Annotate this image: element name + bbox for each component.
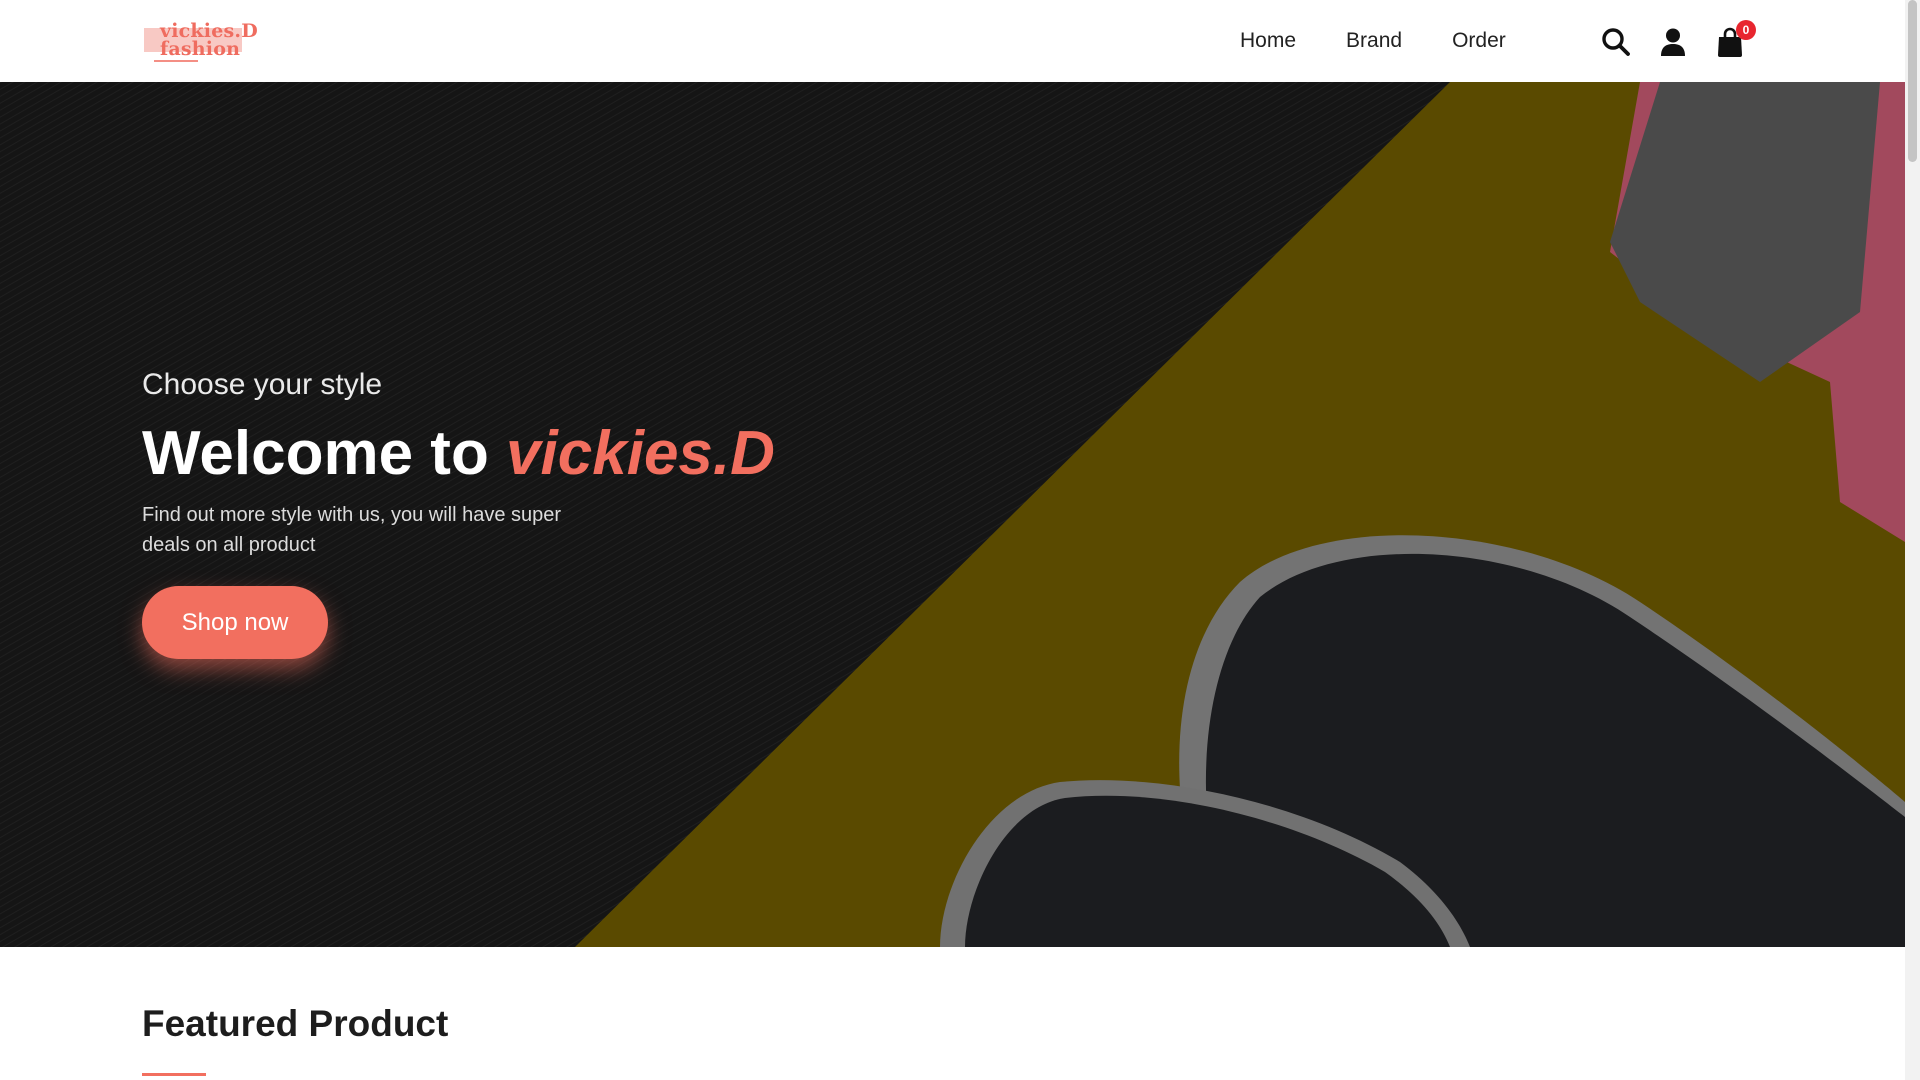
logo-text-line2: fashion [160, 38, 241, 60]
logo-text: vickies.D fashion [160, 22, 258, 60]
hero-title-prefix: Welcome to [142, 419, 489, 488]
search-icon[interactable] [1600, 26, 1632, 58]
featured-heading-underline [142, 1073, 206, 1076]
top-navbar: vickies.D fashion Home Brand Order 0 [0, 0, 1905, 82]
logo[interactable]: vickies.D fashion [142, 20, 260, 64]
shop-now-button[interactable]: Shop now [142, 586, 328, 659]
shopping-bag-icon[interactable]: 0 [1714, 20, 1756, 58]
page-scrollbar[interactable] [1905, 0, 1920, 1080]
nav-brand-link[interactable]: Brand [1346, 29, 1402, 53]
header-icons: 0 [1600, 20, 1771, 62]
featured-product-heading: Featured Product [142, 1003, 449, 1044]
scrollbar-thumb[interactable] [1908, 0, 1917, 162]
nav-home-link[interactable]: Home [1240, 29, 1296, 53]
user-icon[interactable] [1657, 26, 1689, 58]
cart-count-badge: 0 [1736, 20, 1756, 40]
nav-order-link[interactable]: Order [1452, 29, 1506, 53]
hero-title-brand: vickies.D [506, 419, 775, 488]
main-nav: Home Brand Order [1240, 0, 1556, 82]
logo-underline [154, 60, 198, 62]
hero-banner: Choose your style Welcome to vickies.D F… [0, 82, 1905, 947]
hero-title: Welcome to vickies.D [142, 418, 775, 489]
hero-description: Find out more style with us, you will ha… [142, 504, 562, 556]
hero-subtitle: Choose your style [142, 368, 383, 401]
